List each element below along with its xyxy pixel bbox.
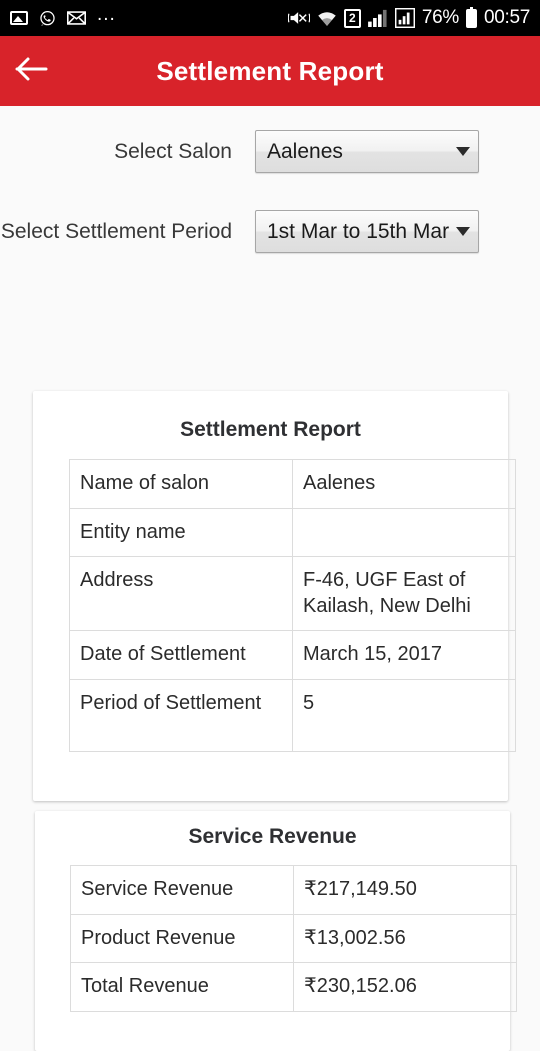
settlement-report-table: Name of salon Aalenes Entity name Addres… bbox=[69, 459, 516, 752]
service-revenue-table: Service Revenue ₹217,149.50 Product Reve… bbox=[70, 865, 517, 1012]
mail-icon bbox=[67, 11, 86, 25]
signal-2-icon bbox=[394, 8, 415, 28]
row-key: Entity name bbox=[69, 507, 293, 558]
more-icon: ... bbox=[97, 4, 116, 25]
status-bar-left: ... bbox=[10, 4, 127, 27]
salon-select-wrapper: Aalenes bbox=[255, 130, 479, 173]
row-key: Total Revenue bbox=[70, 962, 294, 1012]
page-title: Settlement Report bbox=[156, 55, 384, 86]
period-select[interactable]: 1st Mar to 15th Mar bbox=[255, 210, 479, 253]
back-button[interactable] bbox=[0, 36, 64, 106]
chevron-down-icon bbox=[456, 227, 470, 236]
clock: 00:57 bbox=[483, 7, 530, 28]
service-revenue-card: Service Revenue Service Revenue ₹217,149… bbox=[35, 811, 517, 1051]
table-row: Entity name bbox=[69, 507, 516, 558]
table-row: Service Revenue ₹217,149.50 bbox=[70, 865, 517, 915]
period-select-wrapper: 1st Mar to 15th Mar bbox=[255, 210, 479, 253]
row-value: F-46, UGF East of Kailash, New Delhi bbox=[292, 556, 516, 632]
row-key: Service Revenue bbox=[70, 865, 294, 915]
table-row: Name of salon Aalenes bbox=[69, 459, 516, 509]
row-value: Aalenes bbox=[292, 459, 516, 509]
period-select-value: 1st Mar to 15th Mar bbox=[267, 219, 450, 243]
table-row: Total Revenue ₹230,152.06 bbox=[70, 962, 517, 1012]
status-bar-right: 2 76% 00:57 bbox=[281, 6, 530, 29]
vibrate-mute-icon bbox=[287, 9, 310, 27]
back-arrow-icon bbox=[15, 56, 49, 87]
row-value: 5 bbox=[292, 678, 516, 752]
row-key: Name of salon bbox=[69, 459, 293, 509]
row-value: ₹217,149.50 bbox=[293, 865, 517, 915]
signal-icon bbox=[367, 9, 388, 27]
row-key: Product Revenue bbox=[70, 913, 294, 964]
form-row-salon: Select Salon Aalenes bbox=[0, 130, 540, 173]
table-row: Date of Settlement March 15, 2017 bbox=[69, 630, 516, 680]
salon-select-value: Aalenes bbox=[267, 139, 343, 163]
settlement-report-card: Settlement Report Name of salon Aalenes … bbox=[33, 391, 516, 801]
salon-select[interactable]: Aalenes bbox=[255, 130, 479, 173]
wifi-icon bbox=[317, 10, 337, 27]
service-revenue-card-title: Service Revenue bbox=[188, 825, 357, 848]
status-bar: ... 2 76% 00:57 bbox=[0, 0, 540, 36]
row-key: Period of Settlement bbox=[69, 678, 293, 752]
app-bar: Settlement Report bbox=[0, 36, 540, 106]
row-value: ₹230,152.06 bbox=[293, 962, 517, 1012]
label-select-salon: Select Salon bbox=[114, 139, 232, 163]
table-row: Address F-46, UGF East of Kailash, New D… bbox=[69, 556, 516, 632]
battery-percent: 76% bbox=[421, 7, 459, 28]
row-value bbox=[292, 507, 516, 558]
battery-icon bbox=[465, 6, 477, 28]
table-row: Period of Settlement 5 bbox=[69, 678, 516, 752]
row-value: ₹13,002.56 bbox=[293, 913, 517, 964]
form-row-period: Select Settlement Period 1st Mar to 15th… bbox=[0, 210, 540, 253]
label-select-period: Select Settlement Period bbox=[0, 219, 232, 243]
row-key: Address bbox=[69, 556, 293, 632]
whatsapp-icon bbox=[39, 10, 56, 27]
photo-icon bbox=[10, 11, 28, 25]
sim2-icon: 2 bbox=[343, 8, 361, 28]
chevron-down-icon bbox=[456, 147, 470, 156]
table-row: Product Revenue ₹13,002.56 bbox=[70, 913, 517, 964]
row-key: Date of Settlement bbox=[69, 630, 293, 680]
row-value: March 15, 2017 bbox=[292, 630, 516, 680]
settlement-report-card-title: Settlement Report bbox=[180, 418, 361, 441]
